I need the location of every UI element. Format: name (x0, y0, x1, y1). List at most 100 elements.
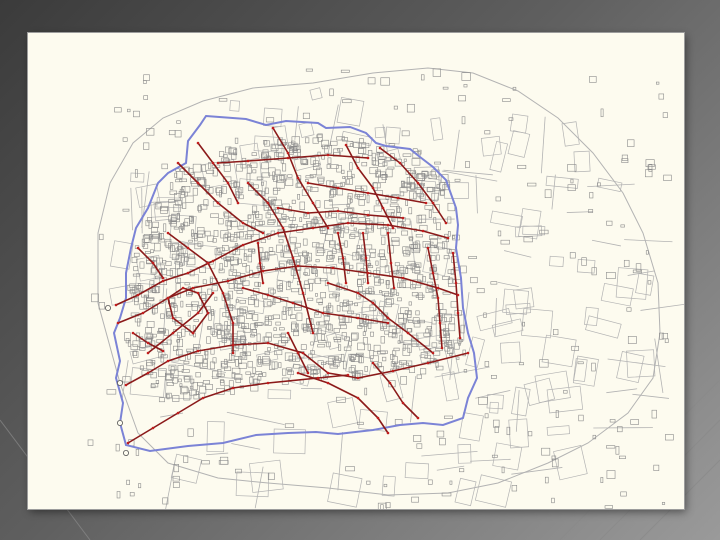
network-node (296, 351, 300, 355)
network-node (356, 376, 360, 380)
network-node (366, 213, 370, 217)
network-node (211, 291, 215, 295)
network-node (126, 441, 130, 445)
network-node (326, 281, 330, 285)
network-node (216, 161, 220, 165)
network-node (176, 161, 180, 165)
network-node (226, 181, 230, 185)
network-node (211, 259, 215, 263)
network-node (366, 156, 370, 160)
network-node (440, 346, 444, 350)
network-node (356, 166, 360, 170)
network-node (241, 243, 245, 247)
network-node (306, 181, 310, 185)
network-node (286, 151, 290, 155)
network-node (356, 291, 360, 295)
network-node (311, 331, 315, 335)
network-node (196, 349, 200, 353)
network-node (258, 261, 262, 265)
network-node (271, 126, 275, 130)
network-node (446, 236, 450, 240)
network-node (266, 381, 270, 385)
map-frame (28, 33, 684, 509)
network-node (231, 386, 235, 390)
network-node (246, 159, 250, 163)
network-node (301, 291, 305, 295)
network-node (388, 381, 392, 385)
network-node (231, 351, 235, 355)
network-node (346, 373, 350, 377)
entry-marker (117, 419, 124, 426)
network-node (366, 191, 370, 195)
network-node (246, 181, 250, 185)
network-node (456, 293, 460, 297)
network-node (261, 281, 265, 285)
network-node (191, 286, 195, 290)
network-node (398, 161, 402, 165)
network-node (406, 331, 410, 335)
network-node (386, 231, 390, 235)
network-node (396, 196, 400, 200)
network-node (131, 331, 135, 335)
network-node (136, 246, 140, 250)
network-node (364, 256, 368, 260)
network-node (261, 231, 265, 235)
network-node (346, 221, 350, 225)
network-node (196, 291, 200, 295)
network-node (171, 331, 175, 335)
network-node (336, 231, 340, 235)
network-node (376, 416, 380, 420)
network-node (416, 416, 420, 420)
network-node (361, 231, 365, 235)
network-node (256, 241, 260, 245)
network-node (391, 369, 395, 373)
network-node (371, 301, 375, 305)
network-node (424, 201, 428, 205)
network-node (296, 264, 300, 268)
network-node (196, 181, 200, 185)
network-node (161, 279, 165, 283)
network-node (458, 336, 462, 340)
network-node (326, 226, 330, 230)
network-node (401, 401, 405, 405)
network-node (386, 431, 390, 435)
network-node (378, 146, 382, 150)
network-node (211, 161, 215, 165)
network-node (124, 383, 128, 387)
network-node (451, 251, 455, 255)
network-node (466, 351, 470, 355)
network-node (386, 321, 390, 325)
network-node (161, 349, 165, 353)
entry-marker (105, 304, 112, 311)
network-node (186, 271, 190, 275)
network-node (436, 296, 440, 300)
network-node (431, 271, 435, 275)
network-node (151, 426, 155, 430)
network-node (444, 221, 448, 225)
network-node (286, 331, 290, 335)
network-node (401, 216, 405, 220)
network-node (386, 316, 390, 320)
network-node (196, 141, 200, 145)
network-node (116, 321, 120, 325)
entry-marker (123, 449, 130, 456)
network-node (311, 201, 315, 205)
network-node (166, 296, 170, 300)
network-node (236, 201, 240, 205)
network-node (331, 266, 335, 270)
network-node (381, 206, 385, 210)
network-node (276, 231, 280, 235)
network-node (321, 311, 325, 315)
network-node (181, 286, 185, 290)
network-node (191, 331, 195, 335)
network-node (326, 371, 330, 375)
network-node (166, 359, 170, 363)
network-node (226, 279, 230, 283)
network-node (316, 376, 320, 380)
network-node (266, 201, 270, 205)
network-node (306, 211, 310, 215)
network-node (221, 291, 225, 295)
network-node (344, 143, 348, 147)
network-node (306, 371, 310, 375)
network-node (344, 281, 348, 285)
